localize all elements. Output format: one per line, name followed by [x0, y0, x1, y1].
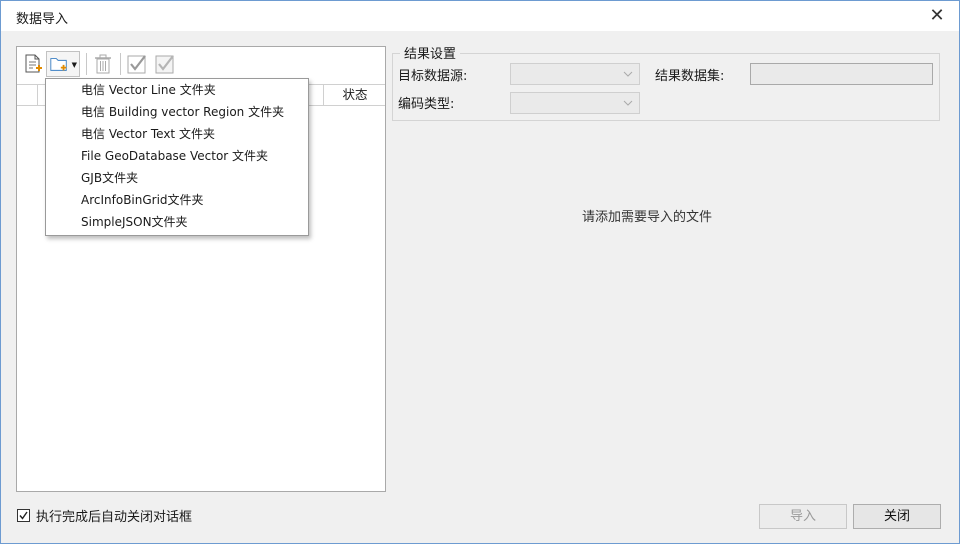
select-all-icon[interactable]	[124, 52, 150, 76]
menu-item-vector-text-folder[interactable]: 电信 Vector Text 文件夹	[81, 123, 215, 145]
status-column-header[interactable]: 状态	[323, 85, 386, 105]
auto-close-option[interactable]: 执行完成后自动关闭对话框	[17, 506, 193, 525]
close-button[interactable]: 关闭	[853, 504, 941, 529]
file-toolbar: ▼	[17, 47, 385, 81]
chevron-down-icon	[623, 100, 633, 106]
invert-select-icon[interactable]	[152, 52, 178, 76]
menu-item-building-region-folder[interactable]: 电信 Building vector Region 文件夹	[81, 101, 284, 123]
select-column-header[interactable]	[17, 85, 38, 105]
dialog-title: 数据导入	[16, 12, 69, 27]
empty-hint-text: 请添加需要导入的文件	[582, 210, 713, 225]
target-datasource-combo[interactable]	[510, 63, 640, 85]
menu-item-simplejson-folder[interactable]: SimpleJSON文件夹	[81, 211, 188, 233]
auto-close-label: 执行完成后自动关闭对话框	[36, 509, 193, 525]
target-datasource-label: 目标数据源:	[398, 69, 468, 84]
menu-item-vector-line-folder[interactable]: 电信 Vector Line 文件夹	[81, 79, 216, 101]
menu-item-file-geodatabase-folder[interactable]: File GeoDatabase Vector 文件夹	[81, 145, 268, 167]
title-bar: 数据导入 ✕	[1, 1, 959, 31]
checkmark-icon	[19, 511, 28, 520]
add-file-icon[interactable]	[20, 52, 46, 76]
menu-item-arcinfo-bingrid-folder[interactable]: ArcInfoBinGrid文件夹	[81, 189, 204, 211]
result-settings-title: 结果设置	[400, 43, 461, 62]
chevron-down-icon	[623, 71, 633, 77]
import-button[interactable]: 导入	[759, 504, 847, 529]
menu-item-gjb-folder[interactable]: GJB文件夹	[81, 167, 138, 189]
auto-close-checkbox[interactable]	[17, 508, 30, 522]
add-folder-dropdown-button[interactable]: ▼	[46, 51, 80, 77]
folder-type-menu: 电信 Vector Line 文件夹 电信 Building vector Re…	[45, 78, 309, 236]
delete-icon[interactable]	[90, 52, 116, 76]
close-icon[interactable]: ✕	[925, 4, 949, 28]
encoding-type-label: 编码类型:	[398, 97, 455, 112]
encoding-type-combo[interactable]	[510, 92, 640, 114]
target-dataset-input[interactable]	[750, 63, 933, 85]
target-dataset-label: 结果数据集:	[655, 69, 725, 84]
toolbar-separator	[120, 53, 121, 75]
chevron-down-icon: ▼	[71, 61, 77, 69]
toolbar-separator	[86, 53, 87, 75]
